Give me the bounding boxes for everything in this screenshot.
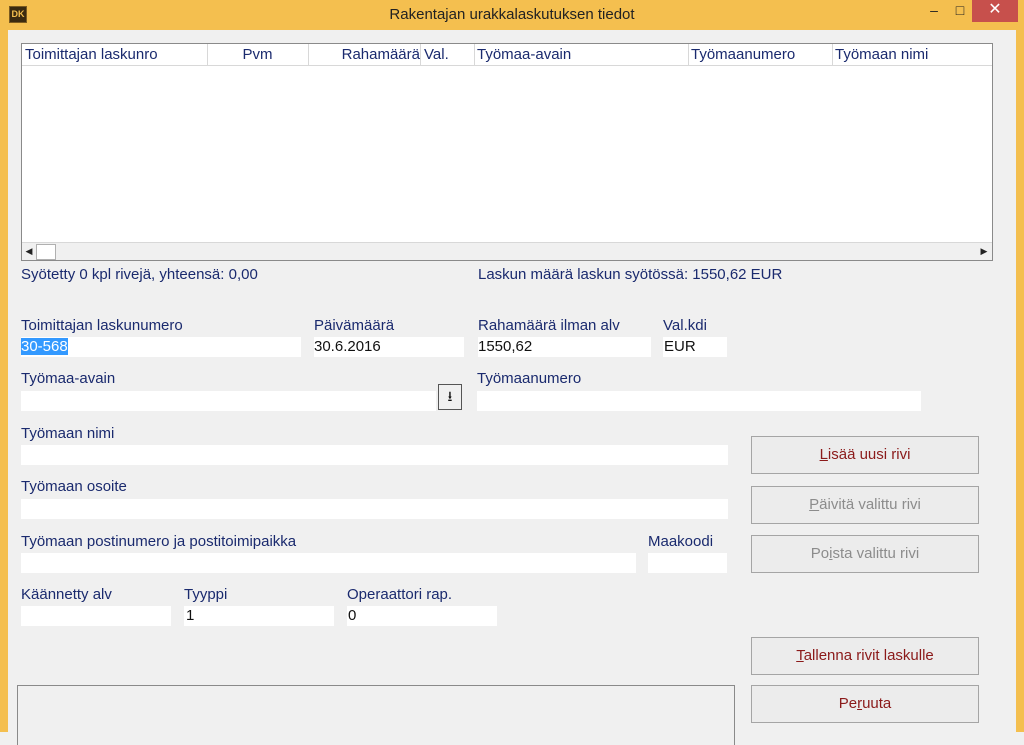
reverse-vat-label: Käännetty alv <box>21 586 112 603</box>
cancel-label-end: uuta <box>862 695 892 712</box>
window-border-right <box>1016 30 1024 732</box>
delete-row-label-start: Po <box>810 545 830 562</box>
save-rows-accelerator: T <box>796 647 804 664</box>
column-header-date[interactable]: Pvm <box>207 44 309 65</box>
save-rows-label: allenna rivit laskulle <box>803 647 934 664</box>
delete-row-label-end: sta valittu rivi <box>832 545 920 562</box>
site-name-field[interactable] <box>21 445 728 465</box>
reverse-vat-field[interactable] <box>21 606 171 626</box>
invoice-total-summary: Laskun määrä laskun syötössä: 1550,62 EU… <box>478 266 783 283</box>
site-key-label: Työmaa-avain <box>21 370 116 387</box>
type-field[interactable]: 1 <box>184 606 334 626</box>
operator-report-label: Operaattori rap. <box>347 586 453 603</box>
invoice-rows-grid[interactable]: Toimittajan laskunro Pvm Rahamäärä Val. … <box>21 43 993 261</box>
supplier-invoice-number-value: 30-568 <box>21 338 68 355</box>
title-bar[interactable]: DK Rakentajan urakkalaskutuksen tiedot –… <box>0 0 1024 30</box>
close-button[interactable]: ✕ <box>972 0 1018 22</box>
supplier-invoice-number-label: Toimittajan laskunumero <box>21 317 183 334</box>
grid-horizontal-scrollbar[interactable]: ◀ ▶ <box>22 242 992 260</box>
site-name-label: Työmaan nimi <box>21 425 115 442</box>
column-header-site-number[interactable]: Työmaanumero <box>688 44 833 65</box>
column-header-currency[interactable]: Val. <box>421 44 475 65</box>
site-postal-field[interactable] <box>21 553 636 573</box>
column-header-site-key[interactable]: Työmaa-avain <box>474 44 689 65</box>
add-row-accelerator: L <box>819 446 828 463</box>
amount-field[interactable]: 1550,62 <box>478 337 651 357</box>
add-row-button[interactable]: Lisää uusi rivi <box>751 436 979 474</box>
site-number-field[interactable] <box>477 391 921 411</box>
site-key-dropdown-button[interactable]: ⭳ <box>438 384 462 410</box>
column-header-invoice-number[interactable]: Toimittajan laskunro <box>22 44 208 65</box>
dialog-body: Toimittajan laskunro Pvm Rahamäärä Val. … <box>8 30 1016 745</box>
type-label: Tyyppi <box>184 586 228 603</box>
site-address-label: Työmaan osoite <box>21 478 127 495</box>
window-border-left <box>0 30 8 732</box>
window-title: Rakentajan urakkalaskutuksen tiedot <box>389 6 635 23</box>
country-code-field[interactable] <box>648 553 727 573</box>
cancel-button[interactable]: Peruuta <box>751 685 979 723</box>
currency-field[interactable]: EUR <box>663 337 727 357</box>
operator-report-field[interactable]: 0 <box>347 606 497 626</box>
site-postal-label: Työmaan postinumero ja postitoimipaikka <box>21 533 297 550</box>
column-header-amount[interactable]: Rahamäärä <box>309 44 421 65</box>
site-key-field[interactable] <box>21 391 436 411</box>
currency-label: Val.kdi <box>663 317 707 334</box>
scroll-thumb[interactable] <box>36 244 56 260</box>
date-field[interactable]: 30.6.2016 <box>314 337 464 357</box>
update-row-label: äivitä valittu rivi <box>819 496 921 513</box>
supplier-invoice-number-field[interactable]: 30-568 <box>21 337 301 357</box>
update-row-button[interactable]: Päivitä valittu rivi <box>751 486 979 524</box>
scroll-right-icon[interactable]: ▶ <box>979 245 989 257</box>
site-address-field[interactable] <box>21 499 728 519</box>
download-arrow-icon: ⭳ <box>447 388 453 404</box>
site-number-label: Työmaanumero <box>477 370 582 387</box>
save-rows-button[interactable]: Tallenna rivit laskulle <box>751 637 979 675</box>
scroll-left-icon[interactable]: ◀ <box>24 245 34 257</box>
amount-label: Rahamäärä ilman alv <box>478 317 620 334</box>
cancel-label-start: Pe <box>838 695 858 712</box>
rows-entered-summary: Syötetty 0 kpl rivejä, yhteensä: 0,00 <box>21 266 258 283</box>
date-label: Päivämäärä <box>314 317 395 334</box>
minimize-button[interactable]: – <box>918 0 950 22</box>
column-header-site-name[interactable]: Työmaan nimi <box>832 44 992 65</box>
add-row-label: isää uusi rivi <box>827 446 911 463</box>
message-panel <box>17 685 735 745</box>
maximize-button[interactable]: □ <box>948 0 972 22</box>
country-code-label: Maakoodi <box>648 533 714 550</box>
delete-row-button[interactable]: Poista valittu rivi <box>751 535 979 573</box>
update-row-accelerator: P <box>809 496 820 513</box>
grid-header: Toimittajan laskunro Pvm Rahamäärä Val. … <box>22 44 992 66</box>
